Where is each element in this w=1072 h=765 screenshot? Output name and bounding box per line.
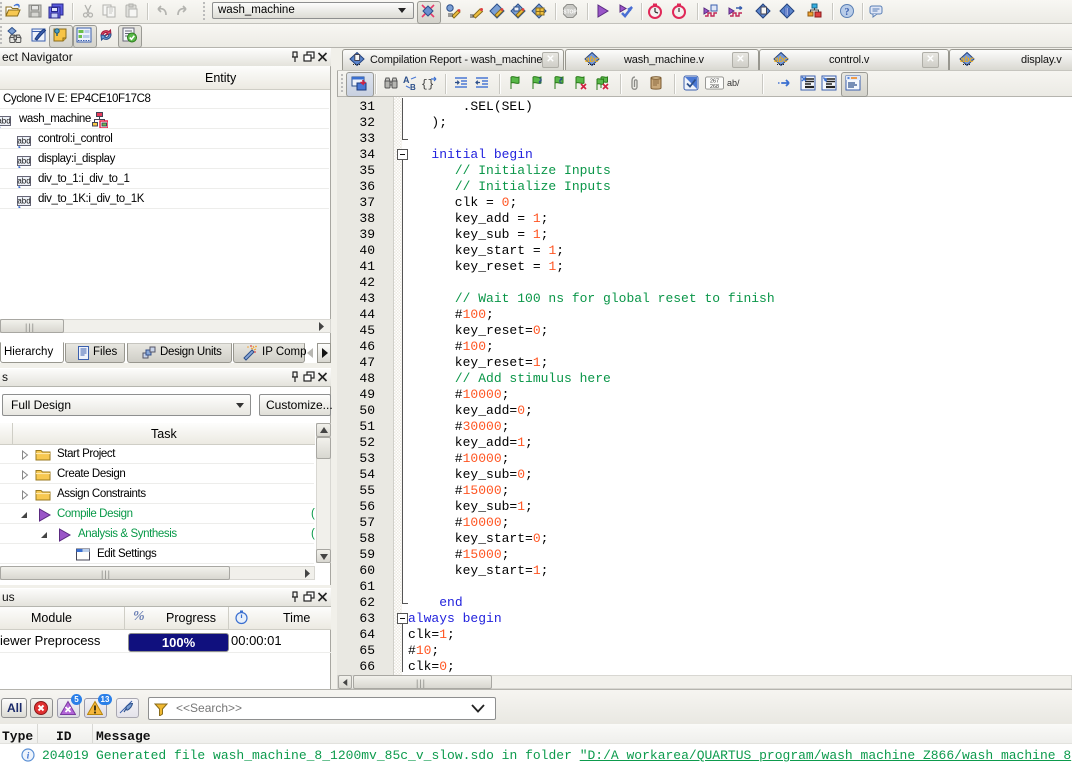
svg-text:B: B bbox=[410, 83, 416, 91]
svg-text:abd: abd bbox=[17, 137, 30, 146]
svg-text:abd: abd bbox=[17, 197, 30, 206]
svg-text:abd: abd bbox=[17, 177, 30, 186]
svg-text:268: 268 bbox=[710, 84, 719, 90]
svg-text:STOP: STOP bbox=[563, 10, 577, 16]
svg-text:abc: abc bbox=[774, 55, 788, 64]
svg-text:ab/: ab/ bbox=[727, 78, 740, 88]
svg-text:abd: abd bbox=[0, 117, 11, 126]
svg-text:A: A bbox=[403, 75, 410, 85]
svg-text:abc: abc bbox=[585, 55, 599, 64]
svg-text:abc: abc bbox=[960, 55, 974, 64]
svg-text:?: ? bbox=[845, 7, 850, 18]
svg-text:{}: {} bbox=[421, 79, 434, 91]
svg-text:abd: abd bbox=[17, 157, 30, 166]
